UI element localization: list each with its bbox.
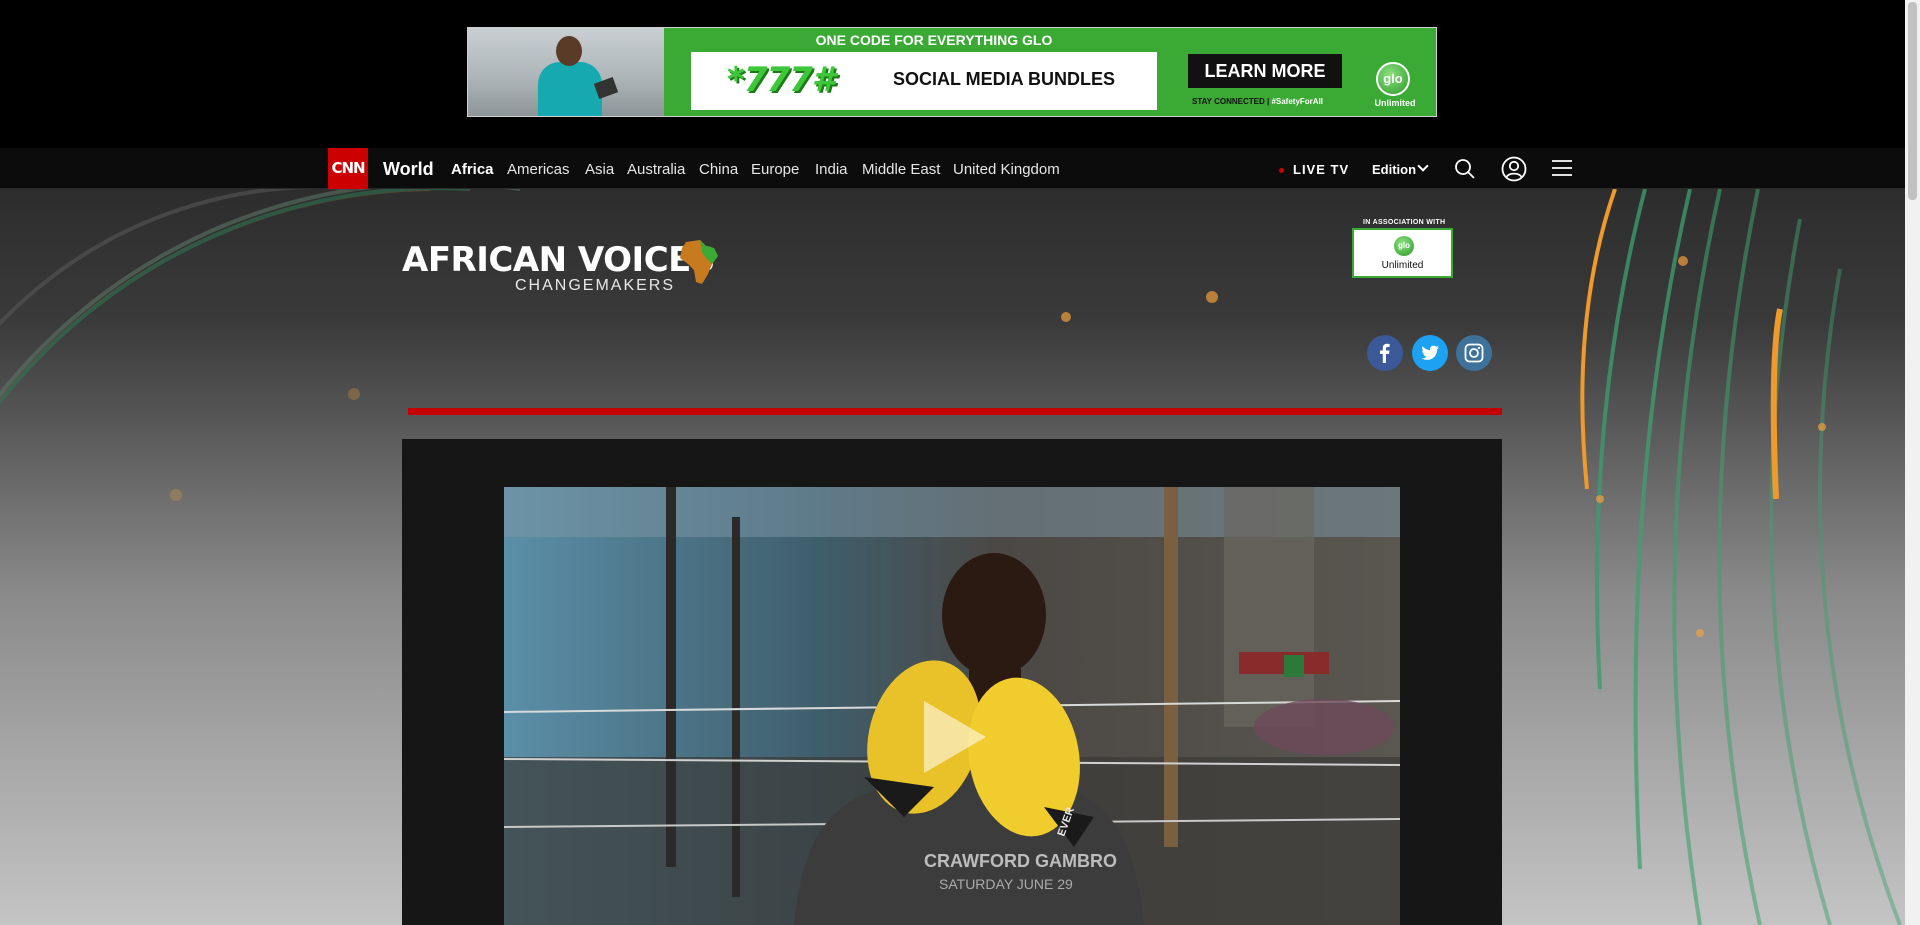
sponsor-logo[interactable]: glo Unlimited xyxy=(1352,228,1453,278)
live-indicator-icon xyxy=(1279,168,1284,173)
nav-link-americas[interactable]: Americas xyxy=(507,161,570,178)
shirt-text: CRAWFORD GAMBRO xyxy=(924,851,1117,871)
glo-logo-icon: glo xyxy=(1394,236,1414,256)
section-divider xyxy=(408,408,1502,415)
ad-strip: ONE CODE FOR EVERYTHING GLO *777# SOCIAL… xyxy=(0,0,1905,148)
page-scrollbar[interactable] xyxy=(1905,0,1920,925)
africa-map-icon xyxy=(680,240,718,284)
cnn-logo[interactable]: CNN xyxy=(328,148,368,189)
hero: AFRICAN VOICES CHANGEMAKERS IN ASSOCIATI… xyxy=(0,189,1905,925)
show-title: AFRICAN VOICES xyxy=(402,240,715,280)
ad-tagline: STAY CONNECTED | #SafetyForAll xyxy=(1192,97,1324,106)
learn-more-button[interactable]: LEARN MORE xyxy=(1188,54,1342,88)
live-tv-link[interactable]: LIVE TV xyxy=(1293,162,1349,177)
glo-unlimited-label: Unlimited xyxy=(1374,98,1416,108)
top-nav: CNN World Africa Americas Asia Australia… xyxy=(0,148,1905,189)
menu-icon[interactable] xyxy=(1552,159,1572,177)
nav-link-middle-east[interactable]: Middle East xyxy=(862,161,940,178)
video-thumbnail: CRAWFORD GAMBRO SATURDAY JUNE 29 EVER xyxy=(504,487,1400,925)
video-player[interactable]: CRAWFORD GAMBRO SATURDAY JUNE 29 EVER xyxy=(504,487,1400,925)
search-icon[interactable] xyxy=(1454,158,1476,180)
instagram-icon[interactable] xyxy=(1456,335,1492,371)
video-section: CRAWFORD GAMBRO SATURDAY JUNE 29 EVER xyxy=(402,439,1502,925)
edition-selector[interactable]: Edition xyxy=(1372,162,1416,177)
african-voices-logo[interactable]: AFRICAN VOICES CHANGEMAKERS xyxy=(402,240,718,294)
facebook-icon[interactable] xyxy=(1367,335,1403,371)
show-subtitle: CHANGEMAKERS xyxy=(515,277,676,294)
nav-link-united-kingdom[interactable]: United Kingdom xyxy=(953,161,1060,178)
sponsor-unlimited: Unlimited xyxy=(1381,260,1424,271)
nav-link-china[interactable]: China xyxy=(699,161,738,178)
nav-link-asia[interactable]: Asia xyxy=(585,161,614,178)
sponsor-label: IN ASSOCIATION WITH xyxy=(1363,219,1446,226)
glo-logo-icon: glo xyxy=(1376,62,1410,96)
account-icon[interactable] xyxy=(1501,156,1527,182)
nav-link-europe[interactable]: Europe xyxy=(751,161,799,178)
chevron-down-icon[interactable] xyxy=(1417,160,1429,172)
ad-code-box: *777# SOCIAL MEDIA BUNDLES xyxy=(691,52,1157,110)
ad-hashtag: #SafetyForAll xyxy=(1271,97,1324,106)
ad-banner[interactable]: ONE CODE FOR EVERYTHING GLO *777# SOCIAL… xyxy=(467,27,1437,117)
nav-link-africa[interactable]: Africa xyxy=(451,161,494,178)
ad-headline: ONE CODE FOR EVERYTHING GLO xyxy=(815,32,1053,48)
ad-photo xyxy=(468,28,664,116)
section-title[interactable]: World xyxy=(383,159,434,180)
ad-code: *777# xyxy=(727,60,835,100)
nav-link-india[interactable]: India xyxy=(815,161,848,178)
nav-link-australia[interactable]: Australia xyxy=(627,161,685,178)
ad-product: SOCIAL MEDIA BUNDLES xyxy=(893,69,1116,89)
scrollbar-thumb[interactable] xyxy=(1908,2,1917,200)
twitter-icon[interactable] xyxy=(1412,335,1448,371)
shirt-text-2: SATURDAY JUNE 29 xyxy=(939,876,1073,892)
